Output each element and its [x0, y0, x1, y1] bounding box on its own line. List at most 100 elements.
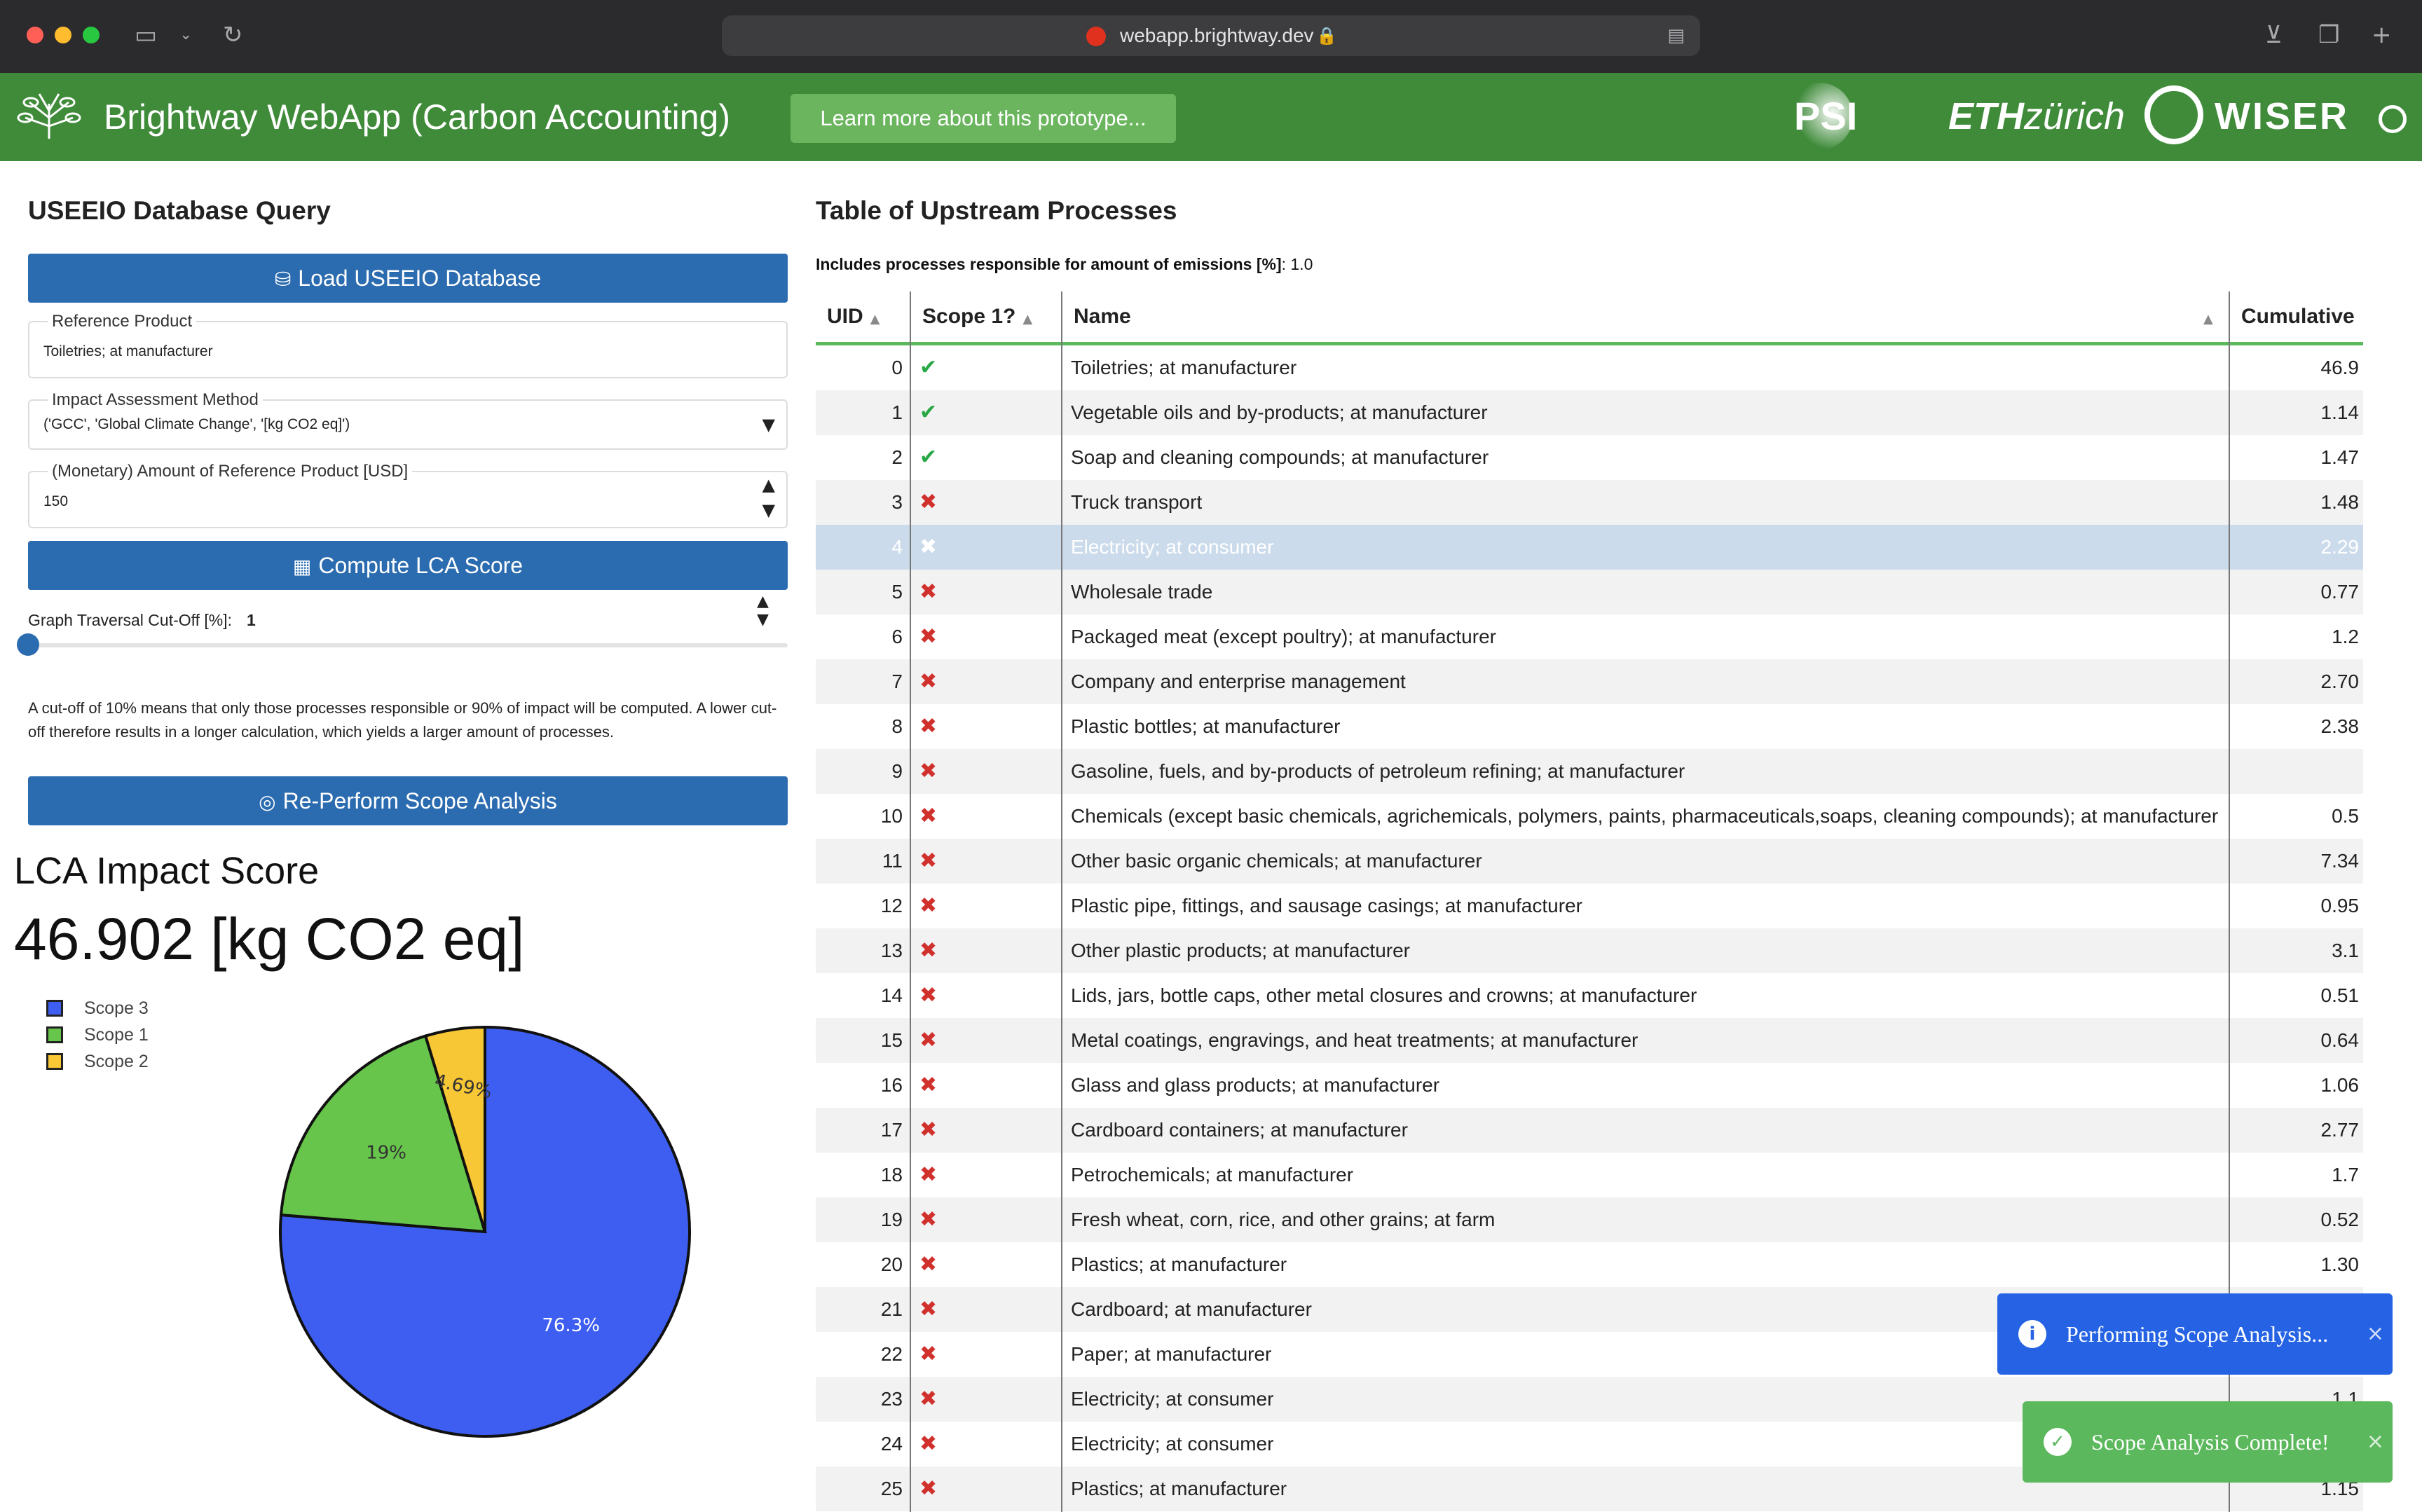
table-row[interactable]: 20 ✖ Plastics; at manufacturer 1.30	[816, 1242, 2363, 1287]
sort-arrow-icon[interactable]: ▲	[1022, 312, 1032, 327]
cumulative-cell: 2.29	[2320, 536, 2360, 558]
legend-label: Scope 3	[84, 998, 149, 1018]
pie-slice-label: 76.3%	[542, 1315, 600, 1336]
uid-cell: 24	[880, 1433, 903, 1455]
reader-icon[interactable]: ▤	[1667, 24, 1685, 48]
check-icon: ✔	[919, 355, 938, 380]
dropdown-arrow-icon[interactable]: ▼	[762, 415, 775, 434]
process-name-cell: Plastic bottles; at manufacturer	[1071, 715, 1341, 737]
sort-arrow-icon[interactable]: ▲	[870, 312, 880, 327]
zoom-window-button[interactable]	[83, 27, 100, 43]
table-row[interactable]: 8 ✖ Plastic bottles; at manufacturer 2.38	[816, 704, 2363, 749]
column-header-scope1[interactable]: Scope 1? ▲	[922, 291, 1032, 342]
reference-product-label: Reference Product	[48, 311, 197, 332]
table-row[interactable]: 7 ✖ Company and enterprise management 2.70	[816, 659, 2363, 704]
cumulative-cell: 2.77	[2320, 1119, 2360, 1141]
tabs-overview-icon[interactable]: ❐	[2318, 21, 2339, 49]
table-row[interactable]: 1 ✔ Vegetable oils and by-products; at man…	[816, 390, 2363, 435]
table-row[interactable]: 15 ✖ Metal coatings, engravings, and heat …	[816, 1018, 2363, 1063]
cutoff-slider-track[interactable]	[28, 643, 788, 647]
cross-icon: ✖	[919, 804, 938, 828]
legend-item[interactable]: Scope 2	[46, 1048, 149, 1075]
process-name-cell: Plastic pipe, fittings, and sausage casi…	[1071, 895, 1582, 916]
cutoff-stepper[interactable]: ▲ ▼	[757, 593, 769, 629]
decrement-arrow-icon[interactable]: ▼	[762, 500, 775, 520]
cutoff-slider-thumb[interactable]	[17, 633, 39, 656]
column-header-cumulative[interactable]: Cumulative	[2241, 291, 2355, 342]
cross-icon: ✖	[919, 1028, 938, 1052]
table-row[interactable]: 9 ✖ Gasoline, fuels, and by-products of pe…	[816, 749, 2363, 794]
table-row[interactable]: 18 ✖ Petrochemicals; at manufacturer 1.7	[816, 1153, 2363, 1197]
cross-icon: ✖	[919, 1162, 938, 1187]
compute-lca-button[interactable]: ▦ Compute LCA Score	[28, 541, 788, 590]
browser-toolbar: ▭ ⌄ ↻ webapp.brightway.dev 🔒 ▤ ⊻ ❐ +	[0, 0, 2422, 73]
table-row[interactable]: 3 ✖ Truck transport 1.48	[816, 480, 2363, 525]
process-name-cell: Toiletries; at manufacturer	[1071, 357, 1297, 378]
cutoff-value[interactable]: 1	[247, 610, 256, 631]
info-icon: i	[2018, 1320, 2046, 1348]
cross-icon: ✖	[919, 535, 938, 559]
table-row[interactable]: 13 ✖ Other plastic products; at manufactur…	[816, 928, 2363, 973]
minimize-window-button[interactable]	[55, 27, 71, 43]
table-row[interactable]: 5 ✖ Wholesale trade 0.77	[816, 570, 2363, 614]
table-row[interactable]: 10 ✖ Chemicals (except basic chemicals, ag…	[816, 794, 2363, 839]
close-icon[interactable]: ×	[2367, 1401, 2384, 1483]
uid-cell: 3	[891, 491, 903, 513]
cutoff-label: Graph Traversal Cut-Off [%]:	[28, 611, 233, 629]
impact-method-select[interactable]: Impact Assessment Method ('GCC', 'Global…	[28, 390, 788, 450]
process-name-cell: Soap and cleaning compounds; at manufact…	[1071, 446, 1489, 468]
process-name-cell: Vegetable oils and by-products; at manuf…	[1071, 401, 1488, 423]
process-name-cell: Electricity; at consumer	[1071, 536, 1274, 558]
uid-cell: 16	[880, 1074, 903, 1096]
cumulative-cell: 1.2	[2332, 626, 2359, 647]
process-name-cell: Wholesale trade	[1071, 581, 1213, 603]
cross-icon: ✖	[919, 983, 938, 1008]
cross-icon: ✖	[919, 938, 938, 963]
close-window-button[interactable]	[27, 27, 43, 43]
increment-arrow-icon[interactable]: ▲	[762, 475, 775, 495]
table-row[interactable]: 14 ✖ Lids, jars, bottle caps, other metal …	[816, 973, 2363, 1018]
load-database-button[interactable]: ⛁ Load USEEIO Database	[28, 254, 788, 303]
reperform-scope-button[interactable]: ◎ Re-Perform Scope Analysis	[28, 776, 788, 825]
table-row[interactable]: 0 ✔ Toiletries; at manufacturer 46.9	[816, 345, 2363, 390]
table-row[interactable]: 11 ✖ Other basic organic chemicals; at man…	[816, 839, 2363, 884]
address-bar[interactable]: webapp.brightway.dev 🔒 ▤	[722, 15, 1700, 56]
legend-item[interactable]: Scope 3	[46, 995, 149, 1022]
sidebar-icon[interactable]: ▭	[135, 21, 157, 49]
process-name-cell: Other basic organic chemicals; at manufa…	[1071, 850, 1482, 872]
new-tab-icon[interactable]: +	[2372, 21, 2392, 49]
reperform-scope-label: Re-Perform Scope Analysis	[282, 788, 557, 813]
uid-cell: 5	[891, 581, 903, 603]
table-row[interactable]: 12 ✖ Plastic pipe, fittings, and sausage c…	[816, 884, 2363, 928]
compute-lca-label: Compute LCA Score	[318, 553, 524, 578]
scope-pie-chart: 76.3%19%4.69%	[279, 1025, 691, 1438]
info-toast-message: Performing Scope Analysis...	[2066, 1321, 2329, 1347]
table-header: UID ▲ Scope 1? ▲ Name ▲ Cumulative	[816, 291, 2363, 345]
close-icon[interactable]: ×	[2367, 1293, 2384, 1375]
success-toast-message: Scope Analysis Complete!	[2091, 1429, 2329, 1455]
psi-logo-text: PSI	[1794, 94, 1858, 138]
cross-icon: ✖	[919, 1342, 938, 1366]
name-sort-arrow-icon[interactable]: ▲	[2196, 291, 2213, 342]
column-header-name[interactable]: Name	[1074, 291, 1131, 342]
reload-icon[interactable]: ↻	[223, 21, 243, 49]
uid-cell: 18	[880, 1164, 903, 1185]
cumulative-cell: 0.52	[2320, 1209, 2360, 1230]
column-header-uid[interactable]: UID ▲	[827, 291, 880, 342]
cross-icon: ✖	[919, 1252, 938, 1277]
reference-product-field[interactable]: Reference Product Toiletries; at manufac…	[28, 311, 788, 378]
column-divider	[910, 291, 911, 1512]
legend-item[interactable]: Scope 1	[46, 1022, 149, 1048]
table-row[interactable]: 17 ✖ Cardboard containers; at manufacturer…	[816, 1108, 2363, 1153]
downloads-icon[interactable]: ⊻	[2265, 21, 2283, 49]
table-row[interactable]: 19 ✖ Fresh wheat, corn, rice, and other gr…	[816, 1197, 2363, 1242]
chevron-down-icon[interactable]: ⌄	[179, 21, 192, 49]
cumulative-cell	[2222, 749, 2359, 794]
table-row[interactable]: 4 ✖ Electricity; at consumer 2.29	[816, 525, 2363, 570]
table-row[interactable]: 2 ✔ Soap and cleaning compounds; at manufa…	[816, 435, 2363, 480]
theme-toggle-icon[interactable]	[2379, 105, 2407, 133]
learn-more-button[interactable]: Learn more about this prototype...	[791, 94, 1176, 143]
table-row[interactable]: 6 ✖ Packaged meat (except poultry); at man…	[816, 614, 2363, 659]
amount-field[interactable]: (Monetary) Amount of Reference Product […	[28, 461, 788, 528]
table-row[interactable]: 16 ✖ Glass and glass products; at manufact…	[816, 1063, 2363, 1108]
